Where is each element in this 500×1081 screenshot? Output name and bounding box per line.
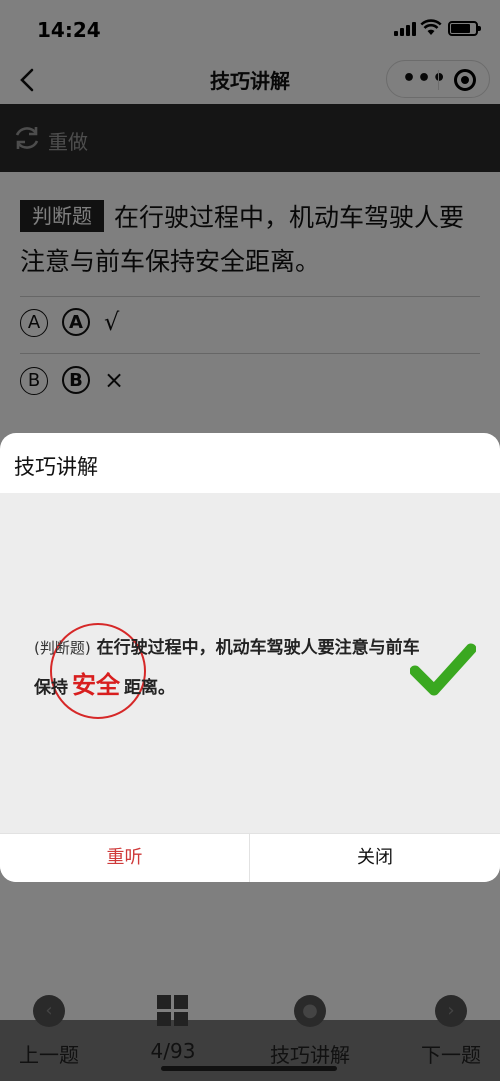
explanation-type: (判断题) xyxy=(34,639,91,657)
explanation-suffix: 距离。 xyxy=(124,678,175,698)
modal-title: 技巧讲解 xyxy=(14,455,98,479)
close-button[interactable]: 关闭 xyxy=(250,834,500,882)
explanation-prefix: 保持 xyxy=(34,678,68,698)
explanation-keyword: 安全 xyxy=(72,671,120,699)
home-indicator xyxy=(161,1066,337,1071)
explanation-line-1: (判断题) 在行驶过程中，机动车驾驶人要注意与前车 xyxy=(34,633,420,658)
tips-modal: 技巧讲解 (判断题) 在行驶过程中，机动车驾驶人要注意与前车 保持 安全 距离。 重… xyxy=(0,433,500,882)
explanation-image: (判断题) 在行驶过程中，机动车驾驶人要注意与前车 保持 安全 距离。 xyxy=(0,493,500,833)
explanation-text-1: 在行驶过程中，机动车驾驶人要注意与前车 xyxy=(96,638,420,658)
modal-footer: 重听 关闭 xyxy=(0,833,500,882)
explanation-line-2: 保持 安全 距离。 xyxy=(34,665,175,700)
relisten-button[interactable]: 重听 xyxy=(0,834,249,882)
check-icon xyxy=(410,643,476,696)
